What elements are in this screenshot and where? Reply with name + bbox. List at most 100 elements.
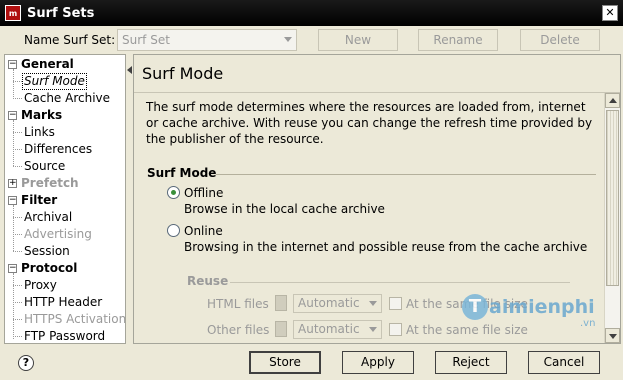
tree-item-links[interactable]: Links (5, 124, 125, 141)
tree-category-marks[interactable]: − Marks (5, 107, 125, 124)
panel-splitter[interactable] (126, 54, 133, 344)
tree-item-cache-archive[interactable]: Cache Archive (5, 90, 125, 107)
store-button[interactable]: Store (249, 351, 321, 374)
title-bar: m Surf Sets ✕ (0, 0, 623, 26)
tree-connector (13, 302, 22, 303)
tree-label: HTTP Header (24, 295, 103, 309)
expand-icon[interactable]: + (8, 179, 17, 188)
tree-item-http-header[interactable]: HTTP Header (5, 294, 125, 311)
tree-connector (13, 285, 22, 286)
name-surf-set-label: Name Surf Set: (24, 33, 116, 47)
group-divider (230, 282, 570, 283)
tree-label: Proxy (24, 278, 57, 292)
offline-radio[interactable] (167, 186, 180, 199)
watermark-letter: T (462, 294, 488, 320)
tree-item-ftp-password[interactable]: FTP Password (5, 328, 125, 343)
tree-connector (13, 166, 22, 167)
dialog-footer: ? Store Apply Reject Cancel (0, 344, 623, 380)
tree-connector (13, 217, 22, 218)
tree-label: Filter (21, 193, 58, 207)
tree-label: HTTPS Activation (24, 312, 126, 326)
group-divider (216, 174, 596, 175)
tree-item-session[interactable]: Session (5, 243, 125, 260)
tree-item-archival[interactable]: Archival (5, 209, 125, 226)
surf-mode-group-title: Surf Mode (147, 166, 217, 180)
online-radio[interactable] (167, 224, 180, 237)
apply-button[interactable]: Apply (342, 351, 414, 374)
html-files-value: Automatic (298, 296, 360, 310)
surf-mode-description: The surf mode determines where the resou… (146, 100, 593, 146)
collapse-icon[interactable]: − (8, 264, 17, 273)
tree-connector (13, 336, 22, 337)
panel-header: Surf Mode (134, 55, 620, 93)
collapse-icon[interactable]: − (8, 60, 17, 69)
tree-label: Advertising (24, 227, 92, 241)
offline-description: Browse in the local cache archive (184, 202, 385, 216)
vertical-scrollbar[interactable] (604, 93, 620, 343)
chevron-down-icon (369, 327, 377, 332)
panel-title: Surf Mode (142, 64, 224, 83)
tree-category-protocol[interactable]: − Protocol (5, 260, 125, 277)
tree-connector (13, 251, 22, 252)
reuse-group-title: Reuse (187, 274, 229, 288)
online-label[interactable]: Online (184, 224, 223, 238)
tree-label: Differences (24, 142, 93, 156)
app-icon: m (5, 5, 21, 21)
tree-connector (13, 132, 22, 133)
scroll-down-icon[interactable] (605, 328, 620, 343)
collapse-icon[interactable]: − (8, 196, 17, 205)
tree-label: General (21, 57, 74, 71)
delete-button: Delete (520, 29, 600, 51)
other-same-size-checkbox (389, 323, 402, 336)
close-button[interactable]: ✕ (602, 5, 618, 21)
reject-button[interactable]: Reject (435, 351, 507, 374)
surf-set-combobox: Surf Set (117, 29, 297, 51)
tree-label: FTP Password (24, 329, 106, 343)
surf-set-value: Surf Set (122, 33, 170, 47)
tree-item-source[interactable]: Source (5, 158, 125, 175)
tree-connector (13, 98, 22, 99)
settings-tree: − General Surf Mode Cache Archive − Mark… (4, 54, 126, 344)
tree-connector (13, 234, 22, 235)
tree-category-prefetch[interactable]: + Prefetch (5, 175, 125, 192)
scroll-up-icon[interactable] (605, 93, 620, 108)
file-icon (275, 295, 287, 311)
tree-item-https-activation[interactable]: HTTPS Activation (5, 311, 125, 328)
watermark-text: aimienphi (489, 296, 595, 318)
tree-item-surf-mode[interactable]: Surf Mode (5, 73, 125, 90)
tree-item-proxy[interactable]: Proxy (5, 277, 125, 294)
tree-label: Surf Mode (22, 73, 87, 90)
tree-label: Protocol (21, 261, 78, 275)
tree-label: Session (24, 244, 70, 258)
cancel-button[interactable]: Cancel (528, 351, 600, 374)
collapse-left-icon[interactable] (127, 66, 132, 74)
html-files-label: HTML files (207, 297, 269, 311)
tree-label: Marks (21, 108, 63, 122)
file-icon (275, 321, 287, 337)
window-title: Surf Sets (27, 5, 95, 21)
html-same-size-checkbox (389, 297, 402, 310)
tree-label: Prefetch (21, 176, 79, 190)
tree-item-differences[interactable]: Differences (5, 141, 125, 158)
scrollbar-thumb[interactable] (606, 110, 619, 286)
chevron-down-icon (284, 37, 292, 42)
other-files-select: Automatic (293, 320, 382, 339)
new-button: New (318, 29, 398, 51)
watermark-suffix: .vn (580, 318, 596, 329)
collapse-icon[interactable]: − (8, 111, 17, 120)
offline-label[interactable]: Offline (184, 186, 223, 200)
tree-category-general[interactable]: − General (5, 56, 125, 73)
help-icon[interactable]: ? (18, 355, 34, 371)
tree-connector (13, 81, 22, 82)
tree-label: Source (24, 159, 66, 173)
tree-label: Archival (24, 210, 73, 224)
tree-connector (13, 149, 22, 150)
chevron-down-icon (369, 301, 377, 306)
rename-button: Rename (418, 29, 498, 51)
online-description: Browsing in the internet and possible re… (184, 240, 588, 254)
other-files-value: Automatic (298, 322, 360, 336)
tree-connector (13, 319, 22, 320)
tree-category-filter[interactable]: − Filter (5, 192, 125, 209)
tree-label: Links (24, 125, 55, 139)
tree-item-advertising[interactable]: Advertising (5, 226, 125, 243)
